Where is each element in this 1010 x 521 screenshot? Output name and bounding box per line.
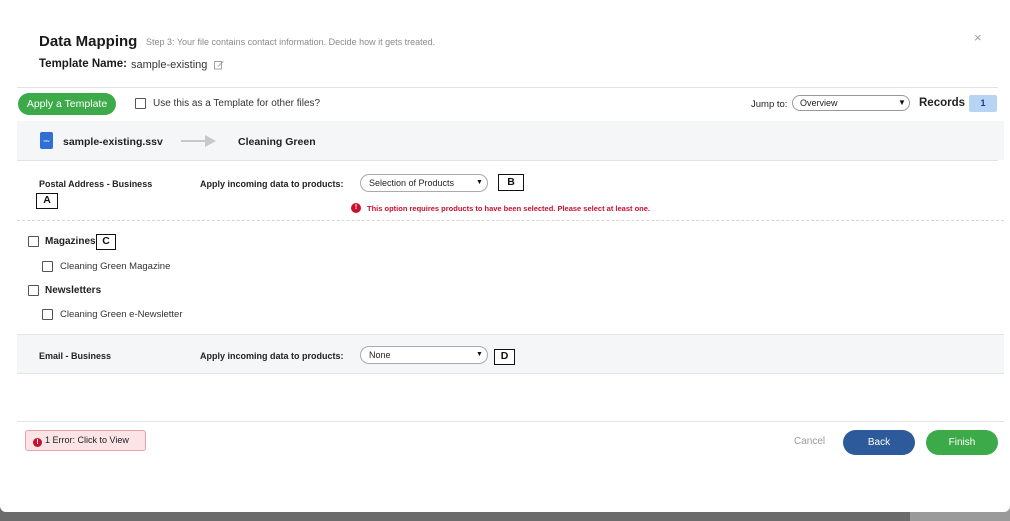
cleaning-green-magazine-checkbox[interactable] xyxy=(42,261,53,272)
postal-apply-label: Apply incoming data to products: xyxy=(200,179,344,189)
error-icon: ! xyxy=(351,203,361,213)
modal-title: Data Mapping xyxy=(39,33,138,50)
data-mapping-modal: Data Mapping Step 3: Your file contains … xyxy=(0,0,1010,512)
product-item-label: Cleaning Green e-Newsletter xyxy=(60,309,183,320)
records-label: Records xyxy=(919,97,966,109)
error-button-label: 1 Error: Click to View xyxy=(45,435,129,445)
csv-file-icon: csv xyxy=(40,132,53,149)
postal-products-select[interactable]: Selection of Products xyxy=(360,174,488,192)
annotation-tag-b: B xyxy=(498,174,524,191)
target-publication-name: Cleaning Green xyxy=(238,136,316,148)
email-field-label: Email - Business xyxy=(39,351,112,361)
records-count-badge: 1 xyxy=(969,95,997,112)
apply-template-button[interactable]: Apply a Template xyxy=(18,93,116,115)
source-file-name: sample-existing.ssv xyxy=(63,136,163,148)
annotation-tag-a: A xyxy=(36,193,58,209)
arrow-right-icon xyxy=(181,135,216,147)
template-name-value: sample-existing xyxy=(131,59,208,71)
postal-address-field-label: Postal Address - Business xyxy=(39,179,153,189)
use-as-template-label: Use this as a Template for other files? xyxy=(153,98,321,109)
back-button[interactable]: Back xyxy=(843,430,915,455)
close-icon[interactable]: × xyxy=(974,30,982,45)
divider xyxy=(17,160,998,161)
jump-to-select[interactable]: Overview xyxy=(792,95,910,111)
annotation-tag-d: D xyxy=(494,349,515,365)
template-name-label: Template Name: xyxy=(39,58,127,70)
jump-to-label: Jump to: xyxy=(751,99,788,110)
footer-divider xyxy=(17,421,1004,422)
annotation-tag-c: C xyxy=(96,234,116,250)
email-apply-label: Apply incoming data to products: xyxy=(200,351,344,361)
step-description: Step 3: Your file contains contact infor… xyxy=(146,37,436,47)
finish-button[interactable]: Finish xyxy=(926,430,998,455)
chevron-down-icon: ▼ xyxy=(476,179,483,186)
edit-icon[interactable] xyxy=(214,60,224,70)
chevron-down-icon: ▼ xyxy=(898,98,906,107)
divider xyxy=(17,87,998,88)
postal-error-message: This option requires products to have be… xyxy=(367,204,651,213)
email-products-select[interactable]: None xyxy=(360,346,488,364)
error-icon: ! xyxy=(33,438,42,447)
product-item-label: Cleaning Green Magazine xyxy=(60,261,171,272)
cancel-button[interactable]: Cancel xyxy=(794,436,825,447)
cleaning-green-enewsletter-checkbox[interactable] xyxy=(42,309,53,320)
view-errors-button[interactable]: ! 1 Error: Click to View xyxy=(25,430,146,451)
section-divider xyxy=(17,220,1004,221)
use-as-template-checkbox[interactable] xyxy=(135,98,146,109)
newsletters-label: Newsletters xyxy=(45,285,102,296)
magazines-label: Magazines xyxy=(45,236,96,247)
chevron-down-icon: ▼ xyxy=(476,351,483,358)
file-mapping-header xyxy=(17,121,1004,160)
newsletters-checkbox[interactable] xyxy=(28,285,39,296)
magazines-checkbox[interactable] xyxy=(28,236,39,247)
